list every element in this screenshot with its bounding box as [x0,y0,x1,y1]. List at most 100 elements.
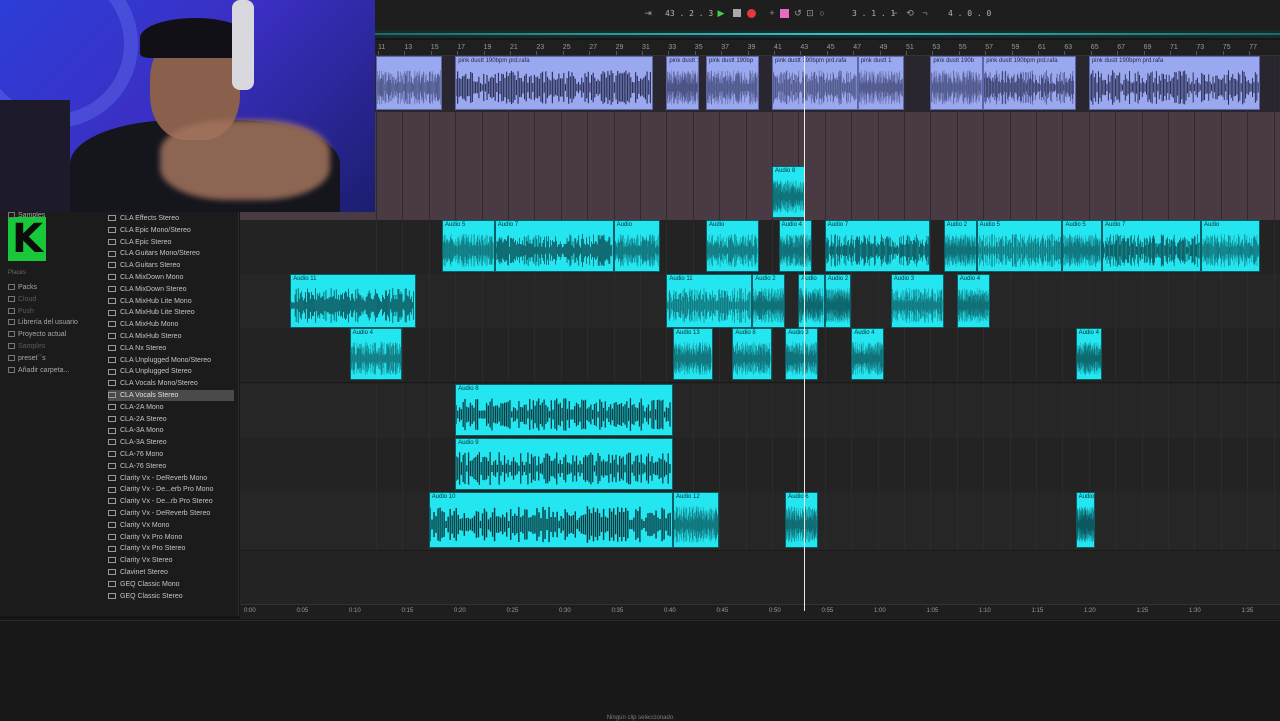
audio-clip[interactable]: Audio 4 [349,328,403,380]
audio-clip[interactable]: Audio 2 [824,274,852,328]
overdub-icon[interactable]: + [767,8,777,18]
audio-clip[interactable]: Audio 4 [956,274,990,328]
browser-list-item[interactable]: CLA Unplugged Mono/Stereo [108,355,234,366]
browser-list-item[interactable]: CLA-76 Stereo [108,461,234,472]
audio-clip[interactable]: pink dustt 190bpm prd.rafa [455,56,654,110]
browser-list-item[interactable]: CLA Epic Stereo [108,237,234,248]
audio-clip[interactable]: Audio 7 [824,220,931,272]
play-button[interactable]: ▶ [716,8,726,18]
audio-clip[interactable]: Audio 8 [455,384,673,436]
audio-clip[interactable]: pink dustt 1 [857,56,904,110]
audio-clip[interactable]: pink dustt 190b [930,56,984,110]
vocal-track-3[interactable]: Audio 4 Audio 13 Audio 8 Audio 3 Audio 4 Audi… [240,328,1280,383]
audio-clip[interactable]: Audio 3 [785,328,819,380]
browser-nav-4[interactable]: Librería del usuario [8,319,78,326]
browser-list-item[interactable]: Clarity Vx Mono [108,520,234,531]
audio-clip[interactable]: pink dustt 190bpm [666,56,700,110]
browser-nav-6[interactable]: Samples [8,343,45,350]
audio-clip[interactable]: Audio 8 [772,166,805,218]
browser-list-item[interactable]: CLA Vocals Mono/Stereo [108,378,234,389]
browser-list-item[interactable]: CLA Guitars Stereo [108,260,234,271]
browser-nav-3[interactable]: Push [8,308,34,315]
audio-clip[interactable]: pink dustt 190bpm prd.rafa [983,56,1076,110]
browser-nav-7[interactable]: preset´´s [8,355,46,362]
browser-list-item[interactable]: Clavinet Stereo [108,567,234,578]
browser-list-item[interactable]: CLA MixHub Stereo [108,331,234,342]
browser-list-item[interactable]: Clarity Vx Pro Mono [108,532,234,543]
audio-clip[interactable]: Audio 13 [673,328,713,380]
browser-list-item[interactable]: CLA MixHub Mono [108,319,234,330]
vocal-track-5[interactable]: Audio 9 [240,438,1280,493]
arrangement-overview[interactable] [375,30,1280,38]
audio-clip[interactable]: Audio 4 [851,328,885,380]
browser-list-item[interactable]: CLA-3A Mono [108,425,234,436]
browser-list-item[interactable]: Clarity Vx - DeReverb Mono [108,473,234,484]
browser-list-item[interactable]: CLA Guitars Mono/Stereo [108,248,234,259]
browser-list-item[interactable]: Clarity Vx Stereo [108,555,234,566]
vocal-track-6[interactable]: Audio 10 Audio 12 Audio 6 Audio [240,492,1280,551]
browser-list-item[interactable]: Clarity Vx - DeReverb Stereo [108,508,234,519]
audio-clip[interactable]: Audio 8 [732,328,772,380]
browser-list-item[interactable]: CLA-76 Mono [108,449,234,460]
beat-track[interactable]: pink dustt 190bpm prd.rafa pink dustt 190… [240,56,1280,113]
stop-button[interactable] [733,9,741,17]
audio-clip[interactable]: Audio 4 [1075,328,1102,380]
browser-nav-8[interactable]: Añadir carpeta... [8,367,69,374]
empty-track[interactable] [240,112,1280,167]
vocal-track-4[interactable]: Audio 8 [240,384,1280,439]
audio-clip[interactable]: Audio 6 [785,492,819,548]
arrangement-view[interactable]: pink dustt 190bpm prd.rafa pink dustt 190… [240,56,1280,604]
audio-clip[interactable]: Audio [1201,220,1261,272]
playhead[interactable] [804,56,805,611]
audio-clip[interactable]: Audio [798,274,825,328]
vocal-track-1[interactable]: Audio 5 Audio 7 Audio Audio Audio 4 Audio 7 Au… [240,220,1280,275]
audio-clip[interactable]: Audio [613,220,660,272]
browser-list-item[interactable]: GEQ Classic Stereo [108,591,234,602]
browser-list-item[interactable]: Clarity Vx Pro Stereo [108,543,234,554]
browser-list-item[interactable]: CLA-3A Stereo [108,437,234,448]
browser-list-item[interactable]: CLA-2A Stereo [108,414,234,425]
browser-list-item[interactable]: CLA-2A Mono [108,402,234,413]
browser-nav-5[interactable]: Proyecto actual [8,331,66,338]
audio-clip[interactable]: pink dustt 190bp [706,56,759,110]
browser-list-item[interactable]: CLA MixHub Lite Stereo [108,307,234,318]
browser-nav-0[interactable]: Samples [8,212,45,219]
song-position[interactable]: 43 . 2 . 3 [665,9,713,18]
audio-clip[interactable]: pink dustt 190bpm prd.rafa [772,56,858,110]
audio-clip[interactable]: Audio 11 [290,274,416,328]
loop-icon[interactable]: ⟲ [905,8,915,18]
audio-clip[interactable]: Audio 7 [1102,220,1201,272]
time-ruler[interactable]: 0:00 0:05 0:10 0:15 0:20 0:25 0:30 0:35 0:40 0:45… [240,604,1280,619]
audio-clip[interactable]: Audio 5 [1062,220,1102,272]
browser-nav-2[interactable]: Cloud [8,296,36,303]
audio-clip[interactable]: Audio 9 [455,438,673,490]
bar-ruler[interactable]: 11 13 15 17 19 21 23 25 27 29 31 33 35 37 39 41 43 45 47 49… [375,40,1280,56]
audio-clip[interactable]: Audio 5 [442,220,495,272]
browser-list-item[interactable]: CLA MixDown Stereo [108,284,234,295]
browser-list-item[interactable]: CLA Unplugged Stereo [108,366,234,377]
audio-clip[interactable]: Audio 11 [666,274,753,328]
browser-list-item[interactable]: CLA Nx Stereo [108,343,234,354]
browser-list-item[interactable]: Clarity Vx - De...rb Pro Stereo [108,496,234,507]
browser-list-item[interactable]: CLA MixHub Lite Mono [108,296,234,307]
re-enable-automation-icon[interactable]: ↺ [793,8,803,18]
audio-clip[interactable]: Audio 12 [673,492,720,548]
audio-clip[interactable]: pink dustt 190bpm prd.rafa [1088,56,1261,110]
audio-clip[interactable]: Audio 2 [943,220,977,272]
browser-list-item[interactable]: Clarity Vx - De...erb Pro Mono [108,484,234,495]
vocal-track-2[interactable]: Audio 11 Audio 11 Audio 2 Audio Audio 2 Audio… [240,274,1280,331]
record-button[interactable] [747,9,756,18]
loop-length[interactable]: 4 . 0 . 0 [948,9,991,18]
follow-icon[interactable]: ⇥ [643,8,653,18]
automation-arm-button[interactable] [780,9,789,18]
browser-list-item[interactable]: CLA MixDown Mono [108,272,234,283]
browser-list-item[interactable]: CLA Vocals Stereo [108,390,234,401]
browser-list-item[interactable]: CLA Effects Stereo [108,213,234,224]
audio-clip[interactable]: Audio [706,220,759,272]
punch-in-icon[interactable]: ⌐ [890,8,900,18]
audio-clip[interactable]: Audio 4 [778,220,812,272]
audio-clip[interactable] [376,56,442,110]
audio-clip[interactable]: Audio 7 [494,220,614,272]
audio-clip[interactable]: Audio 2 [752,274,786,328]
audio-clip[interactable]: Audio 3 [890,274,944,328]
